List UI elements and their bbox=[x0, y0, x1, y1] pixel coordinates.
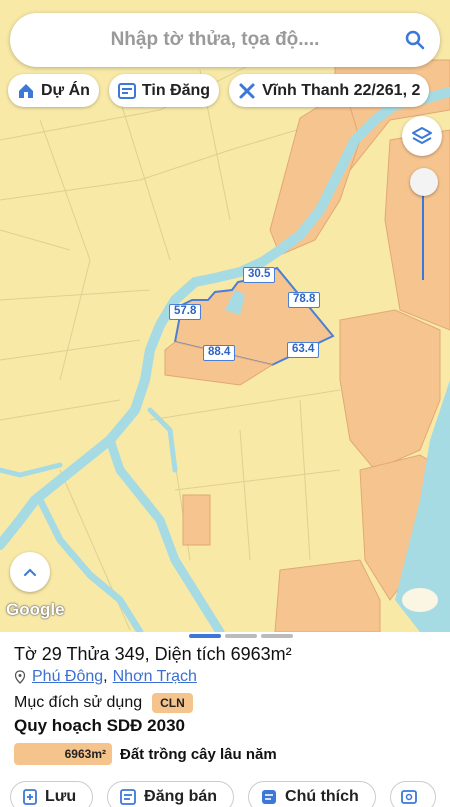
post-sale-icon bbox=[120, 789, 137, 805]
search-button[interactable] bbox=[390, 13, 440, 67]
dimension-label: 63.4 bbox=[287, 342, 320, 358]
chip-tin-dang[interactable]: Tin Đăng bbox=[108, 74, 220, 107]
plan-title: Quy hoạch SDĐ 2030 bbox=[14, 716, 186, 735]
map-view[interactable]: 30.5 78.8 57.8 88.4 63.4 Nhập tờ thửa, t… bbox=[0, 0, 450, 632]
purpose-label: Mục đích sử dụng bbox=[14, 694, 143, 711]
dimension-label: 88.4 bbox=[203, 345, 236, 361]
legend-button[interactable]: Chú thích bbox=[248, 781, 376, 807]
pager-dot bbox=[189, 634, 221, 638]
tools-icon bbox=[239, 83, 255, 98]
post-sale-button[interactable]: Đăng bán bbox=[107, 781, 235, 807]
pager-dot bbox=[225, 634, 257, 638]
google-logo: Google bbox=[6, 600, 65, 619]
newspaper-icon bbox=[117, 82, 136, 99]
chip-label: Vĩnh Thanh 22/261, 2 bbox=[262, 81, 421, 99]
dimension-label: 57.8 bbox=[169, 304, 202, 320]
legend-icon bbox=[262, 790, 277, 804]
sheet-pager bbox=[189, 634, 293, 638]
more-action-button[interactable] bbox=[389, 781, 436, 807]
save-button[interactable]: Lưu bbox=[10, 781, 94, 807]
search-bar[interactable]: Nhập tờ thửa, tọa độ.... bbox=[10, 13, 440, 67]
filter-chips: Dự Án Tin Đăng Vĩnh Thanh 22/261, 2 bbox=[8, 74, 430, 108]
legend-label: Chú thích bbox=[285, 788, 359, 805]
district-link[interactable]: Nhơn Trạch bbox=[113, 668, 197, 686]
parcel-title: Tờ 29 Thửa 349, Diện tích 6963m² bbox=[14, 644, 292, 664]
expand-up-button[interactable] bbox=[10, 552, 50, 592]
opacity-slider-track[interactable] bbox=[422, 190, 424, 280]
plan-land-type: Đất trồng cây lâu năm bbox=[120, 745, 277, 763]
save-label: Lưu bbox=[45, 788, 77, 805]
chip-vinh-thanh[interactable]: Vĩnh Thanh 22/261, 2 bbox=[229, 74, 430, 107]
plan-area-bar: 6963m² bbox=[14, 743, 112, 765]
layers-button[interactable] bbox=[402, 116, 442, 156]
image-icon bbox=[400, 790, 417, 804]
plan-land-row: 6963m² Đất trồng cây lâu năm bbox=[14, 743, 277, 765]
action-bar: Lưu Đăng bán Chú thích bbox=[10, 781, 436, 807]
parcel-location: Phú Đông , Nhơn Trạch bbox=[14, 668, 197, 686]
chip-label: Dự Án bbox=[41, 81, 90, 99]
chip-label: Tin Đăng bbox=[141, 81, 211, 99]
pager-dot bbox=[261, 634, 293, 638]
search-icon bbox=[405, 30, 425, 50]
chevron-up-icon bbox=[24, 568, 36, 576]
location-separator: , bbox=[103, 668, 108, 685]
land-purpose-row: Mục đích sử dụng CLN bbox=[14, 693, 193, 713]
layers-icon bbox=[412, 127, 432, 144]
house-icon bbox=[19, 83, 33, 98]
post-sale-label: Đăng bán bbox=[144, 788, 218, 805]
save-icon bbox=[23, 789, 37, 805]
chip-du-an[interactable]: Dự Án bbox=[8, 74, 99, 107]
dimension-label: 30.5 bbox=[243, 267, 276, 283]
ward-link[interactable]: Phú Đông bbox=[32, 668, 103, 686]
purpose-code-badge: CLN bbox=[152, 693, 193, 713]
dimension-label: 78.8 bbox=[288, 292, 321, 308]
opacity-slider-thumb[interactable] bbox=[410, 168, 438, 196]
search-input[interactable]: Nhập tờ thửa, tọa độ.... bbox=[10, 29, 390, 51]
location-pin-icon bbox=[14, 670, 26, 684]
